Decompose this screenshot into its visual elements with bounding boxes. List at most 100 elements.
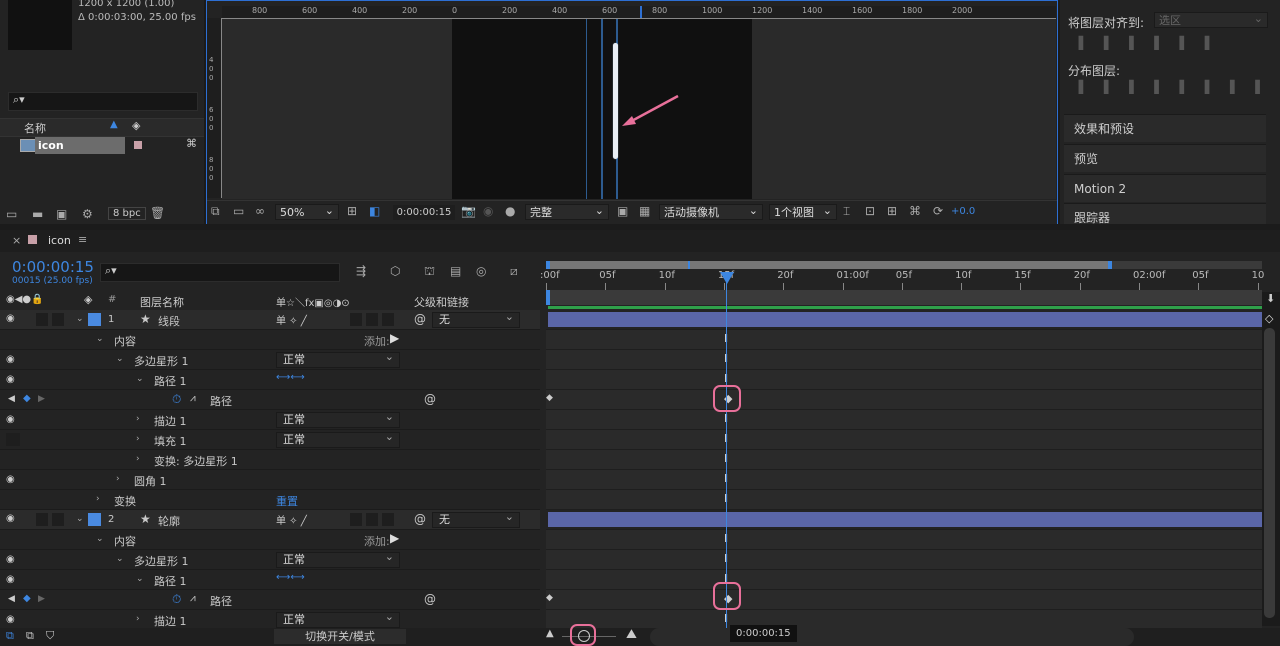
property-name[interactable]: 变换 (114, 493, 136, 509)
quality-dropdown[interactable]: 完整 ⌄ (525, 204, 609, 220)
draft-3d-icon[interactable]: ⬡ (390, 264, 400, 278)
graph-icon[interactable]: ⩘ (190, 393, 196, 404)
label-tag-icon[interactable]: ◈ (84, 293, 92, 306)
comp-marker-bin-icon[interactable]: ⬇ (1266, 292, 1275, 305)
column-name[interactable]: 名称 (24, 120, 46, 136)
resolution-grid-icon[interactable]: ⊞ (347, 204, 357, 218)
trash-icon[interactable]: 🗑 (150, 206, 165, 220)
switch-box[interactable] (366, 513, 378, 526)
switch-box[interactable] (350, 313, 362, 326)
project-search-input[interactable]: ⌕▾ (8, 92, 198, 111)
blend-mode-dropdown[interactable]: 正常 (276, 410, 400, 428)
layer-name[interactable]: 轮廓 (158, 513, 180, 529)
always-preview-icon[interactable]: ⧉ (211, 204, 220, 219)
pixel-aspect-icon[interactable]: ⌶ (843, 204, 850, 219)
property-track[interactable]: I (546, 530, 1262, 550)
align-to-dropdown[interactable]: 选区 ⌄ (1154, 12, 1268, 28)
visibility-eye-icon[interactable]: ◉ (6, 614, 15, 625)
property-name[interactable]: 多边星形 1 (134, 353, 189, 369)
timeline-icon[interactable]: ⊞ (887, 204, 897, 218)
property-row[interactable]: › 变换 重置 (0, 490, 540, 510)
transfer-controls-icon[interactable]: ⧉ (26, 629, 34, 643)
flowchart-icon[interactable]: ⌘ (909, 204, 921, 218)
prev-keyframe-icon[interactable]: ◀ (8, 394, 15, 404)
property-name[interactable]: 路径 (210, 593, 232, 609)
property-name[interactable]: 变换: 多边星形 1 (154, 453, 238, 469)
solo-toggle[interactable] (36, 313, 48, 326)
path-direction-icon[interactable]: ⟷⟷ (276, 572, 305, 583)
property-track[interactable]: I (546, 470, 1262, 490)
work-area-range[interactable] (548, 261, 1110, 269)
av-features-icon[interactable]: ◉◀●🔒 (6, 294, 44, 305)
property-name[interactable]: 填充 1 (154, 433, 187, 449)
keyframe-diamond-icon[interactable]: ◆ (546, 593, 553, 603)
visibility-eye-icon[interactable]: ◉ (6, 513, 15, 524)
fast-preview-icon[interactable]: ⊡ (865, 204, 875, 218)
views-dropdown[interactable]: 1个视图 ⌄ (769, 204, 837, 220)
next-keyframe-icon[interactable]: ▶ (38, 594, 45, 604)
property-row[interactable]: ◉ ⌄ 多边星形 1 正常 (0, 350, 540, 370)
stopwatch-icon[interactable]: ⏱ (172, 392, 181, 407)
interpret-footage-icon[interactable]: ▭ (6, 207, 17, 221)
reset-link[interactable]: 重置 (276, 493, 298, 509)
layer-track[interactable] (546, 510, 1262, 530)
region-of-interest-icon[interactable]: ◧ (369, 204, 380, 218)
property-row[interactable]: ◉›填充 1正常 (0, 430, 540, 450)
current-time[interactable]: 0:00:00:15 (12, 258, 94, 276)
expand-chevron-icon[interactable]: ⌄ (96, 334, 104, 344)
guide-line[interactable] (586, 19, 587, 199)
property-track[interactable]: I (546, 350, 1262, 370)
menu-icon[interactable]: ≡ (78, 233, 87, 246)
property-name[interactable]: 多边星形 1 (134, 553, 189, 569)
visibility-eye-icon[interactable]: ◉ (6, 313, 15, 324)
distribute-buttons[interactable]: ▐▐▐▐▐▐▐▐ (1074, 80, 1274, 98)
layer-duration-bar[interactable] (548, 512, 1262, 527)
align-buttons[interactable]: ▐▐▐▐▐▐ (1074, 36, 1274, 54)
snapshot-camera-icon[interactable]: 📷 (461, 204, 476, 218)
in-out-columns-icon[interactable]: ⛉ (46, 629, 54, 643)
blend-mode-dropdown[interactable]: 正常 (276, 350, 400, 368)
camera-dropdown[interactable]: 活动摄像机 ⌄ (659, 204, 763, 220)
motion2-panel[interactable]: Motion 2 (1064, 174, 1266, 202)
expand-chevron-icon[interactable]: › (96, 494, 100, 504)
blend-mode-dropdown[interactable]: 正常 (276, 610, 400, 628)
visibility-eye-icon[interactable]: ◉ (6, 554, 15, 565)
property-name[interactable]: 内容 (114, 333, 136, 349)
expand-chevron-icon[interactable]: ⌄ (76, 514, 84, 524)
layer-row[interactable]: ◉ ⌄ 2 ★ 轮廓 单 ✧ ╱ @ 无 (0, 510, 540, 530)
property-name[interactable]: 路径 (210, 393, 232, 409)
property-track[interactable]: I (546, 610, 1262, 630)
zoom-out-icon[interactable]: ▲ (546, 628, 554, 639)
monitor-icon[interactable]: ▭ (233, 204, 244, 218)
label-tag-icon[interactable]: ◈ (132, 119, 140, 132)
new-folder-icon[interactable]: ▬ (32, 207, 43, 221)
property-track[interactable]: ◆ ◆ (546, 590, 1262, 610)
property-track[interactable]: I (546, 490, 1262, 510)
visibility-eye-icon[interactable]: ◉ (6, 414, 15, 425)
blend-mode-dropdown[interactable]: 正常 (276, 430, 400, 448)
property-track[interactable]: ◆ ◆ (546, 390, 1262, 410)
property-row[interactable]: › 变换: 多边星形 1 (0, 450, 540, 470)
switch-box[interactable] (382, 513, 394, 526)
new-composition-icon[interactable]: ▣ (56, 207, 67, 221)
effects-presets-panel[interactable]: 效果和预设 (1064, 114, 1266, 142)
expand-chevron-icon[interactable]: › (136, 434, 140, 444)
layer-label-swatch[interactable] (88, 513, 101, 526)
visibility-eye-icon[interactable]: ◉ (6, 474, 15, 485)
switch-box[interactable] (382, 313, 394, 326)
add-content-icon[interactable]: ▶ (390, 331, 399, 345)
flowchart-icon[interactable]: ⌘ (186, 137, 197, 150)
sort-up-icon[interactable]: ▲ (110, 119, 118, 130)
property-track[interactable]: I (546, 550, 1262, 570)
playhead-handle[interactable] (720, 272, 734, 284)
expand-chevron-icon[interactable]: ⌄ (116, 354, 124, 364)
preview-panel[interactable]: 预览 (1064, 144, 1266, 172)
property-track[interactable]: I (546, 330, 1262, 350)
expand-chevron-icon[interactable]: ⌄ (136, 374, 144, 384)
switch-box[interactable] (350, 513, 362, 526)
graph-icon[interactable]: ⩘ (190, 593, 196, 604)
visibility-eye-icon[interactable]: ◉ (6, 574, 15, 585)
visibility-eye-icon[interactable]: ◉ (6, 354, 15, 365)
duration-start[interactable] (546, 290, 550, 305)
parent-link-header[interactable]: 父级和链接 (414, 294, 469, 310)
